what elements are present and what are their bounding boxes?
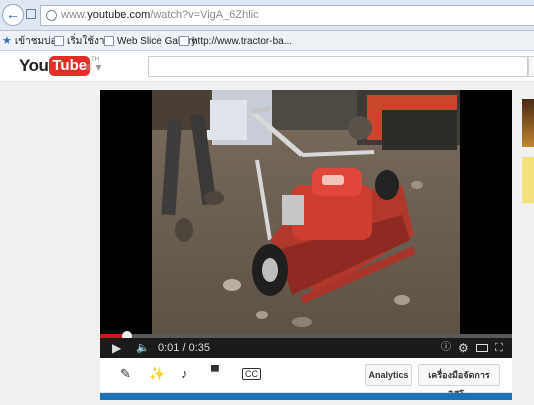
search-input[interactable]: [148, 56, 528, 77]
tabs-grid-icon[interactable]: [26, 9, 36, 19]
audio-note-icon[interactable]: ♪: [181, 366, 188, 381]
favorite-tractor-link[interactable]: http://www.tractor-ba...: [179, 34, 292, 48]
page-icon: [54, 36, 64, 46]
time-current: 0:01: [158, 342, 180, 354]
time-total: 0:35: [188, 342, 211, 354]
video-frame[interactable]: [152, 90, 460, 334]
time-separator: /: [182, 342, 186, 354]
back-button[interactable]: ←: [2, 4, 24, 26]
url-text: www.youtube.com/watch?v=VigA_6Zhlic: [61, 9, 259, 21]
fullscreen-icon[interactable]: ⛶: [495, 338, 503, 358]
video-player[interactable]: ▶ 🔈 0:01 / 0:35 ⓘ ⚙ ⛶: [100, 90, 512, 358]
sidebar-ad[interactable]: [522, 157, 534, 203]
volume-icon[interactable]: 🔈: [136, 338, 150, 358]
favorite-label: http://www.tractor-ba...: [192, 35, 293, 47]
logo-tube-text: Tube: [49, 56, 91, 76]
guide-menu-icon[interactable]: ≡ ▾: [85, 60, 101, 74]
address-bar[interactable]: www.youtube.com/watch?v=VigA_6Zhlic: [40, 5, 534, 26]
star-icon: ★: [2, 35, 12, 47]
edit-pencil-icon[interactable]: ✎: [120, 366, 131, 382]
play-icon[interactable]: ▶: [112, 338, 121, 358]
analytics-button[interactable]: Analytics: [365, 364, 412, 386]
favorites-bar: ★ เข้าชมบ่อย เริ่มใช้งาน Web Slice Galle…: [0, 31, 534, 51]
logo-you-text: You: [19, 56, 49, 75]
browser-toolbar: ← www.youtube.com/watch?v=VigA_6Zhlic: [0, 0, 534, 31]
bottom-banner: [100, 393, 512, 400]
video-manager-button[interactable]: เครื่องมือจัดการวิดีโอ: [418, 364, 500, 400]
settings-gear-icon[interactable]: ⚙: [458, 338, 469, 358]
time-display: 0:01 / 0:35: [158, 338, 210, 358]
video-frame-image: [152, 90, 460, 334]
search-button[interactable]: [528, 56, 534, 77]
info-icon[interactable]: ⓘ: [441, 338, 451, 358]
captions-cc-icon[interactable]: CC: [242, 368, 261, 380]
enhancements-wand-icon[interactable]: ✨: [149, 366, 165, 382]
player-controls: ▶ 🔈 0:01 / 0:35 ⓘ ⚙ ⛶: [100, 338, 512, 358]
youtube-header: You Tube TH ≡ ▾: [0, 51, 534, 82]
globe-icon: [46, 10, 57, 21]
favorite-getting-started[interactable]: เริ่มใช้งาน: [54, 34, 111, 48]
related-video-thumbnail[interactable]: [522, 99, 534, 147]
theater-mode-icon[interactable]: [476, 344, 488, 352]
page-icon: [104, 36, 114, 46]
annotations-icon[interactable]: ▀: [211, 366, 219, 378]
page-icon: [179, 36, 189, 46]
video-actions-bar: ✎ ✨ ♪ ▀ CC Analytics เครื่องมือจัดการวิด…: [100, 358, 512, 400]
